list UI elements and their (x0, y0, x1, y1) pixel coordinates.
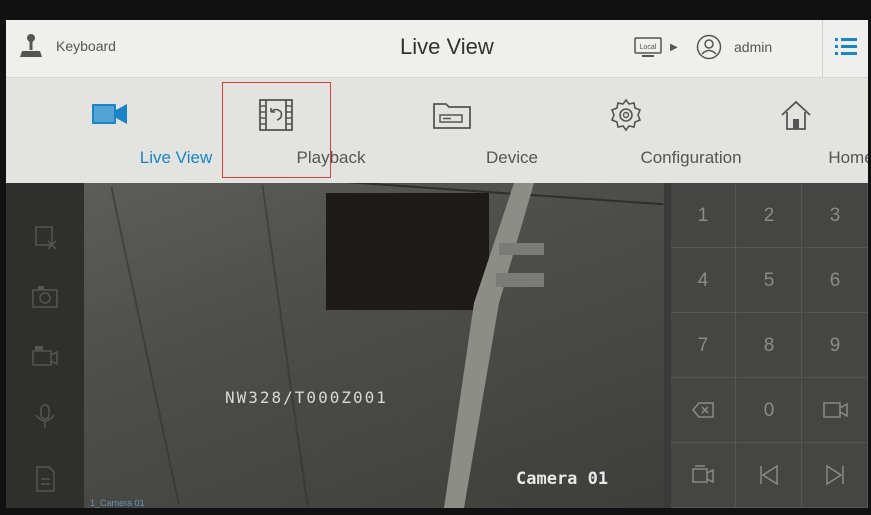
snapshot-icon[interactable] (30, 283, 60, 311)
key-5[interactable]: 5 (737, 248, 802, 313)
play-arrow-icon: ▶ (670, 42, 678, 53)
camera-select-key[interactable] (803, 378, 868, 443)
tablet-screen: Keyboard Live View Local ▶ admin NW328/T… (6, 20, 868, 508)
key-6[interactable]: 6 (803, 248, 868, 313)
nav-item-device[interactable]: Device (392, 78, 538, 183)
local-badge-text: Local (640, 44, 657, 51)
key-1[interactable]: 1 (671, 183, 736, 248)
keyboard-label[interactable]: Keyboard (56, 38, 116, 54)
key-0[interactable]: 0 (737, 378, 802, 443)
menu-icon (835, 38, 857, 55)
key-8[interactable]: 8 (737, 313, 802, 378)
backspace-icon (692, 402, 714, 418)
microphone-icon[interactable] (30, 403, 60, 431)
device-frame: Keyboard Live View Local ▶ admin NW328/T… (0, 0, 871, 515)
next-icon (826, 464, 844, 486)
previous-icon (760, 464, 778, 486)
top-bar: Keyboard Live View Local ▶ admin (6, 20, 868, 78)
key-7[interactable]: 7 (671, 313, 736, 378)
camera-name-label: Camera 01 (516, 469, 609, 489)
record-icon[interactable] (30, 343, 60, 371)
key-4[interactable]: 4 (671, 248, 736, 313)
nav-label-device: Device (486, 148, 538, 167)
left-toolbar (6, 183, 84, 508)
video-folder-icon (692, 465, 714, 484)
document-icon[interactable] (30, 465, 60, 493)
home-icon (781, 100, 811, 130)
channel-status-label: 1_Camera 01 (90, 498, 145, 508)
ptz-keypad: 1 2 3 4 5 6 7 8 9 0 (671, 183, 868, 508)
live-video-feed[interactable]: NW328/T000Z001 Camera 01 (84, 183, 664, 508)
device-icon (433, 103, 471, 129)
key-3[interactable]: 3 (803, 183, 868, 248)
close-window-icon[interactable] (30, 223, 60, 251)
nav-item-home[interactable]: Home (741, 78, 868, 183)
backspace-key[interactable] (671, 378, 736, 443)
main-nav-menu: Live View Playback Device Configuration … (6, 78, 868, 183)
gear-icon (610, 98, 642, 132)
next-key[interactable] (803, 443, 868, 508)
previous-key[interactable] (737, 443, 802, 508)
menu-button[interactable] (822, 20, 868, 77)
nav-label-home: Home (828, 148, 868, 167)
key-9[interactable]: 9 (803, 313, 868, 378)
page-title: Live View (400, 34, 494, 59)
user-name[interactable]: admin (734, 39, 772, 55)
camera-icon (92, 104, 127, 124)
nav-item-configuration[interactable]: Configuration (561, 78, 742, 183)
joystick-icon[interactable] (20, 33, 42, 59)
nav-label-configuration: Configuration (640, 148, 742, 167)
local-monitor-icon[interactable]: Local (632, 36, 664, 60)
camera-overlay-text: NW328/T000Z001 (225, 388, 388, 407)
shelf-rack (444, 183, 544, 508)
key-2[interactable]: 2 (737, 183, 802, 248)
nav-item-live-view[interactable]: Live View (46, 78, 212, 183)
highlight-box (222, 82, 331, 178)
camera-icon (823, 402, 848, 418)
nav-item-playback[interactable]: Playback (222, 78, 365, 183)
device-list-key[interactable] (671, 443, 736, 508)
user-icon[interactable] (696, 34, 722, 60)
